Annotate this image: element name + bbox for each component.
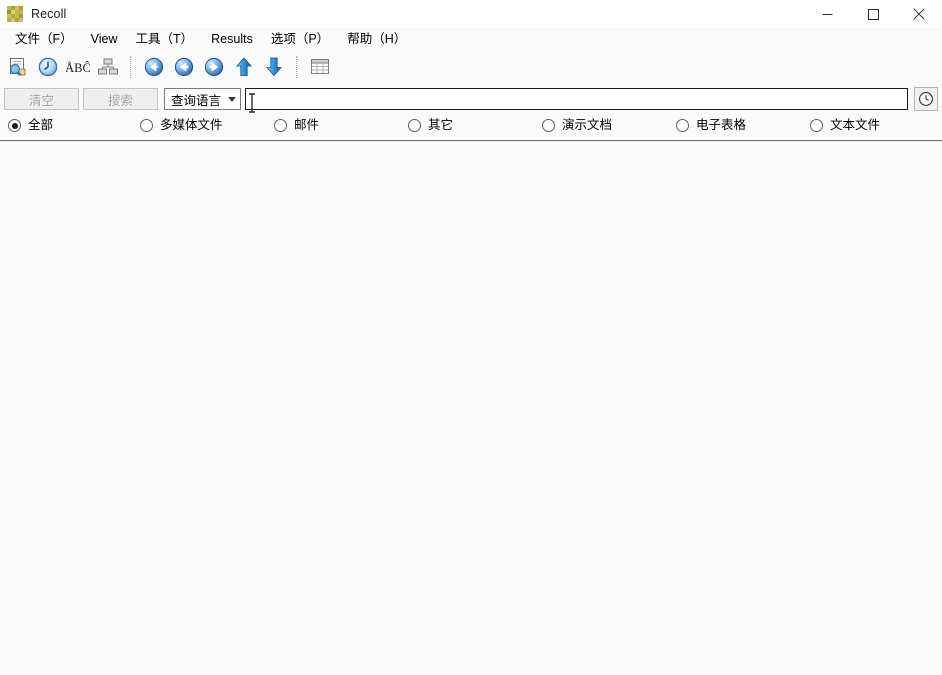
maximize-icon: [867, 8, 879, 20]
chevron-down-icon: [228, 96, 237, 102]
filter-radio-media[interactable]: 多媒体文件: [140, 118, 223, 133]
title-bar: Recoll: [0, 0, 942, 28]
window-controls: [804, 0, 942, 28]
search-history-button[interactable]: [914, 87, 938, 111]
filter-label-spreadsheet: 电子表格: [696, 118, 747, 132]
close-icon: [913, 8, 925, 20]
radio-indicator-icon: [140, 119, 153, 132]
query-mode-select[interactable]: 查询语言: [164, 88, 242, 110]
reload-back-icon: [144, 57, 164, 77]
toolbar-table-view-button[interactable]: [306, 53, 334, 81]
filter-radio-spreadsheet[interactable]: 电子表格: [676, 118, 746, 133]
filter-radio-message[interactable]: 邮件: [274, 118, 319, 133]
clock-icon: [919, 92, 933, 106]
forward-arrow-icon: [204, 57, 224, 77]
search-bar: 清空 搜索 查询语言: [0, 84, 942, 114]
search-button[interactable]: 搜索: [83, 88, 158, 110]
recoll-window: Recoll 文件（F） View 工具（T） Results 选项（P） 帮助…: [0, 0, 942, 675]
maximize-button[interactable]: [850, 0, 896, 28]
radio-indicator-icon: [676, 119, 689, 132]
spelling-abc-icon: ÅBĈ: [66, 61, 90, 75]
toolbar-back-button[interactable]: [170, 53, 198, 81]
radio-indicator-icon: [8, 119, 21, 132]
minimize-button[interactable]: [804, 0, 850, 28]
query-mode-label: 查询语言: [171, 93, 222, 108]
minimize-icon: [822, 13, 832, 15]
filter-radio-text[interactable]: 文本文件: [810, 118, 880, 133]
table-view-icon: [311, 59, 329, 74]
menu-bar: 文件（F） View 工具（T） Results 选项（P） 帮助（H）: [0, 28, 942, 50]
menu-file[interactable]: 文件（F）: [6, 29, 82, 49]
toolbar: ÅBĈ: [0, 50, 942, 84]
svg-text:ÅBĈ: ÅBĈ: [66, 61, 90, 75]
menu-view[interactable]: View: [82, 29, 127, 49]
radio-indicator-icon: [408, 119, 421, 132]
radio-indicator-icon: [810, 119, 823, 132]
menu-help[interactable]: 帮助（H）: [338, 29, 415, 49]
back-arrow-icon: [174, 57, 194, 77]
toolbar-next-page-button[interactable]: [260, 53, 288, 81]
toolbar-sort-button[interactable]: [94, 53, 122, 81]
toolbar-update-index-button[interactable]: [4, 53, 32, 81]
update-index-icon: [9, 58, 26, 76]
filter-radio-presentation[interactable]: 演示文档: [542, 118, 612, 133]
filter-radio-all[interactable]: 全部: [8, 118, 53, 133]
up-arrow-icon: [236, 57, 252, 76]
filter-radio-other[interactable]: 其它: [408, 118, 453, 133]
close-button[interactable]: [896, 0, 942, 28]
toolbar-reload-button[interactable]: [140, 53, 168, 81]
toolbar-previous-page-button[interactable]: [230, 53, 258, 81]
clear-button[interactable]: 清空: [4, 88, 79, 110]
filter-label-text: 文本文件: [830, 118, 881, 132]
filter-label-message: 邮件: [294, 118, 320, 132]
query-history-clock-icon: [38, 57, 58, 77]
recoll-app-icon: [7, 6, 23, 22]
sort-hierarchy-icon: [98, 58, 118, 75]
title-bar-left: Recoll: [0, 6, 66, 22]
menu-results[interactable]: Results: [202, 29, 262, 49]
search-input[interactable]: [245, 88, 908, 110]
toolbar-term-explorer-button[interactable]: ÅBĈ: [64, 53, 92, 81]
radio-indicator-icon: [274, 119, 287, 132]
menu-preferences[interactable]: 选项（P）: [262, 29, 338, 49]
filter-label-media: 多媒体文件: [160, 118, 223, 132]
filter-label-presentation: 演示文档: [562, 118, 613, 132]
radio-indicator-icon: [542, 119, 555, 132]
filter-label-other: 其它: [428, 118, 454, 132]
menu-tools[interactable]: 工具（T）: [127, 29, 203, 49]
category-filter-row: 全部 多媒体文件 邮件 其它 演示文档 电子表格 文本文件: [0, 114, 942, 140]
window-title: Recoll: [31, 7, 67, 21]
toolbar-separator-1: [130, 56, 132, 78]
results-panel[interactable]: [0, 142, 942, 675]
toolbar-query-history-button[interactable]: [34, 53, 62, 81]
toolbar-forward-button[interactable]: [200, 53, 228, 81]
toolbar-separator-2: [296, 56, 298, 78]
filter-label-all: 全部: [28, 118, 54, 132]
down-arrow-icon: [266, 57, 282, 77]
